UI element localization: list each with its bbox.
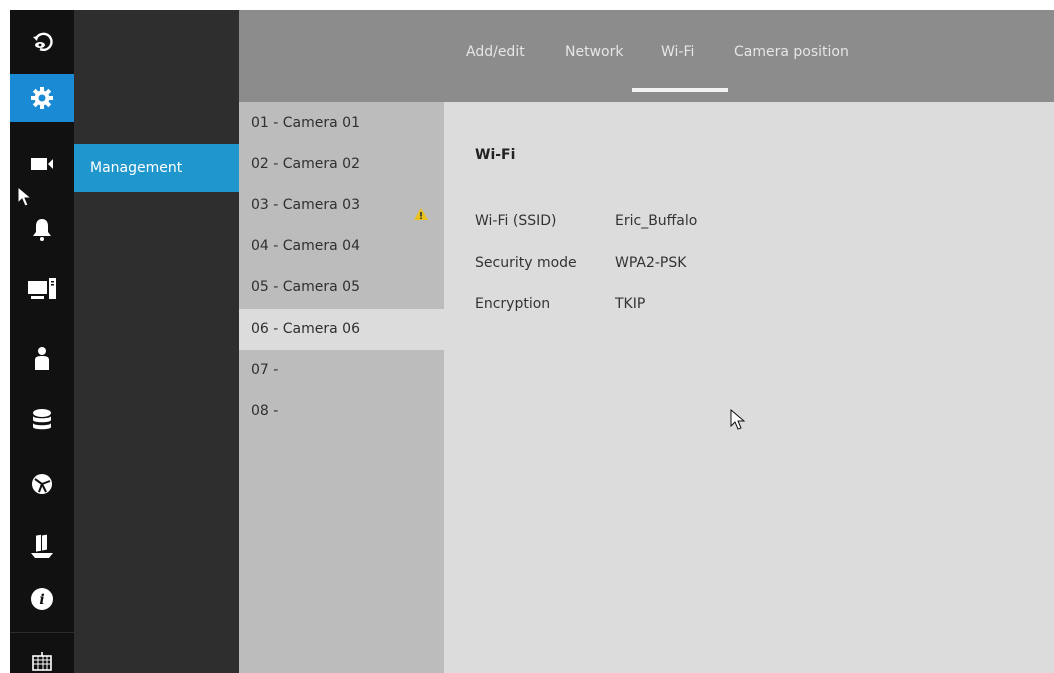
storage-icon[interactable]: [10, 396, 74, 444]
ssid-label: Wi-Fi (SSID): [475, 213, 557, 229]
keyboard-icon[interactable]: [10, 637, 74, 673]
settings-gear-icon[interactable]: [10, 74, 74, 122]
section-title: Wi-Fi: [475, 147, 516, 163]
camera-list-item[interactable]: 05 - Camera 05: [239, 267, 444, 308]
camera-list-item[interactable]: 01 - Camera 01: [239, 103, 444, 144]
camera-list: 01 - Camera 01 02 - Camera 02 03 - Camer…: [239, 102, 444, 673]
encryption-value: TKIP: [615, 296, 646, 312]
mouse-cursor-icon: [730, 408, 746, 435]
playback-icon[interactable]: [10, 17, 74, 65]
icon-sidebar: i: [10, 10, 74, 673]
camera-list-item-label: 03 - Camera 03: [251, 197, 360, 213]
tab-wifi[interactable]: Wi-Fi: [661, 44, 694, 60]
submenu-item-management[interactable]: Management: [74, 144, 239, 192]
wifi-settings-panel: Wi-Fi Wi-Fi (SSID) Eric_Buffalo Security…: [444, 102, 1054, 673]
active-tab-indicator: [632, 88, 728, 92]
top-tab-bar: Add/edit Network Wi-Fi Camera position: [239, 10, 1054, 102]
encryption-label: Encryption: [475, 296, 551, 312]
security-mode-label: Security mode: [475, 255, 577, 271]
user-icon[interactable]: [10, 335, 74, 383]
rail-divider: [10, 632, 74, 633]
camera-list-item[interactable]: 07 -: [239, 350, 444, 391]
camera-list-item[interactable]: 04 - Camera 04: [239, 226, 444, 267]
camera-list-item[interactable]: 03 - Camera 03: [239, 185, 444, 226]
tab-network[interactable]: Network: [565, 44, 623, 60]
security-mode-value: WPA2-PSK: [615, 255, 687, 271]
backup-icon[interactable]: [10, 523, 74, 571]
mouse-cursor-icon: [17, 185, 33, 212]
bell-icon[interactable]: [10, 205, 74, 253]
network-globe-icon[interactable]: [10, 460, 74, 508]
camera-icon[interactable]: [10, 140, 74, 188]
submenu-panel: Management: [74, 10, 239, 673]
tab-add-edit[interactable]: Add/edit: [466, 44, 525, 60]
monitor-icon[interactable]: [10, 265, 74, 313]
camera-list-item[interactable]: 08 -: [239, 391, 444, 432]
svg-text:i: i: [39, 592, 44, 608]
camera-list-item-selected[interactable]: 06 - Camera 06: [239, 309, 444, 350]
tab-camera-position[interactable]: Camera position: [734, 44, 849, 60]
info-icon[interactable]: i: [10, 575, 74, 623]
ssid-value: Eric_Buffalo: [615, 213, 698, 229]
camera-list-item[interactable]: 02 - Camera 02: [239, 144, 444, 185]
